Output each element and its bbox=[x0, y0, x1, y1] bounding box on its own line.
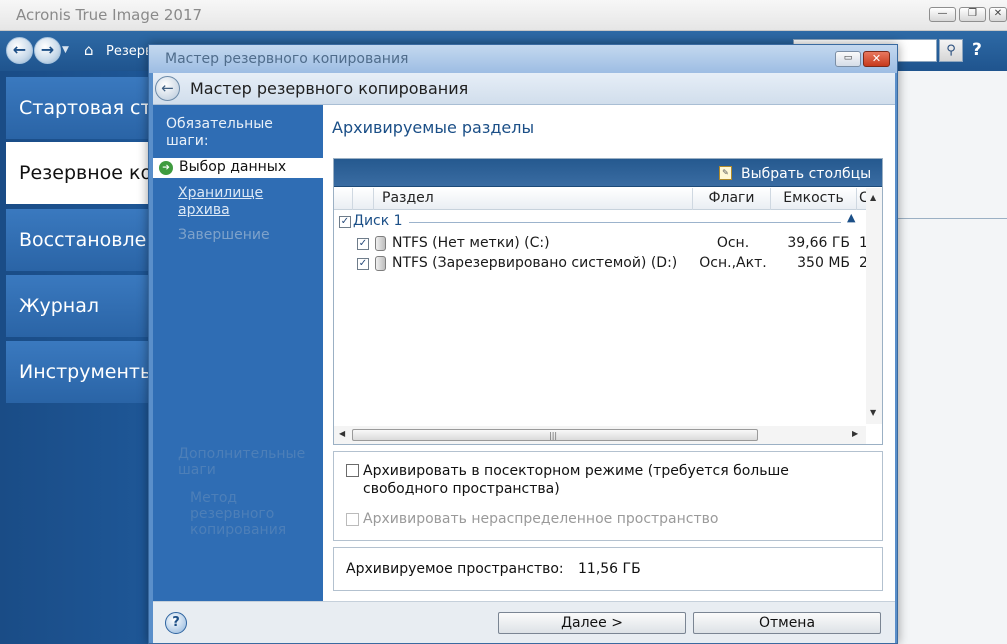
partition-name: NTFS (Нет метки) (C:) bbox=[392, 235, 550, 251]
partition-checkbox[interactable]: ✓ bbox=[357, 238, 369, 250]
sidebar-item-start[interactable]: Стартовая страница bbox=[6, 77, 150, 139]
wizard-content: Архивируемые разделы ✎ Выбрать столбцы Р… bbox=[323, 105, 895, 601]
back-arrow-icon[interactable]: ← bbox=[6, 37, 33, 64]
column-header-extra[interactable]: С bbox=[856, 188, 866, 210]
archive-space-value: 11,56 ГБ bbox=[578, 561, 641, 577]
vertical-scrollbar[interactable]: ▲ ▼ bbox=[866, 188, 882, 424]
wizard-footer: ? Далее > Отмена bbox=[153, 601, 895, 643]
backup-wizard-dialog: Мастер резервного копирования ▭ ✕ ← Маст… bbox=[148, 44, 898, 644]
step-archive-storage[interactable]: Хранилище архива bbox=[178, 185, 298, 219]
horizontal-scrollbar[interactable]: ◀ ||| ▶ bbox=[334, 426, 866, 444]
scroll-up-icon[interactable]: ▲ bbox=[870, 193, 876, 202]
partition-table: ✎ Выбрать столбцы Раздел Флаги Емкость С… bbox=[333, 158, 883, 445]
wizard-steps-panel: Обязательные шаги: ➔ Выбор данных Хранил… bbox=[153, 105, 323, 601]
select-columns-link[interactable]: Выбрать столбцы bbox=[741, 166, 871, 182]
minimize-button[interactable]: — bbox=[929, 7, 956, 22]
sector-mode-checkbox[interactable] bbox=[346, 464, 359, 477]
archive-space-label: Архивируемое пространство: bbox=[346, 561, 564, 577]
unallocated-checkbox[interactable] bbox=[346, 513, 359, 526]
partition-name: NTFS (Зарезервировано системой) (D:) bbox=[392, 255, 678, 271]
columns-icon[interactable]: ✎ bbox=[719, 166, 732, 180]
scroll-right-icon[interactable]: ▶ bbox=[852, 429, 858, 438]
step-data-selection[interactable]: ➔ Выбор данных bbox=[153, 158, 323, 178]
home-icon[interactable]: ⌂ bbox=[84, 41, 102, 59]
sidebar-item-journal[interactable]: Журнал bbox=[6, 275, 150, 337]
column-header-partition[interactable]: Раздел bbox=[373, 188, 692, 210]
cancel-button[interactable]: Отмена bbox=[693, 612, 881, 634]
divider bbox=[897, 218, 1007, 219]
wizard-header: ← Мастер резервного копирования bbox=[153, 73, 895, 105]
step-finish: Завершение bbox=[178, 227, 270, 243]
partition-size: 39,66 ГБ bbox=[787, 235, 850, 251]
app-titlebar: Acronis True Image 2017 — ❐ ✕ bbox=[0, 0, 1007, 31]
chevron-down-icon[interactable]: ▼ bbox=[62, 45, 69, 55]
column-header-check[interactable] bbox=[334, 188, 352, 210]
table-header: Раздел Флаги Емкость С bbox=[334, 188, 866, 210]
sidebar-item-tools[interactable]: Инструменты и утилиты bbox=[6, 341, 150, 403]
required-steps-heading: Обязательные шаги: bbox=[166, 116, 273, 149]
close-button[interactable]: ✕ bbox=[989, 7, 1007, 22]
unallocated-label: Архивировать нераспределенное пространст… bbox=[363, 511, 719, 527]
column-header-icon[interactable] bbox=[352, 188, 373, 210]
archive-space-box: Архивируемое пространство: 11,56 ГБ bbox=[333, 547, 883, 591]
step-label: Выбор данных bbox=[179, 159, 287, 175]
optional-steps-heading: Дополнительные шаги bbox=[178, 446, 306, 478]
disk-group-row[interactable]: ✓ Диск 1 ▲ bbox=[334, 210, 866, 234]
column-header-flags[interactable]: Флаги bbox=[692, 188, 770, 210]
divider bbox=[409, 222, 841, 223]
sidebar-item-backup[interactable]: Резервное копирование bbox=[6, 142, 150, 204]
next-button[interactable]: Далее > bbox=[498, 612, 686, 634]
scroll-down-icon[interactable]: ▼ bbox=[870, 408, 876, 417]
wizard-header-title: Мастер резервного копирования bbox=[190, 79, 469, 98]
step-backup-method: Метод резервного копирования bbox=[190, 490, 287, 538]
search-icon[interactable]: ⚲ bbox=[939, 39, 963, 62]
sidebar-item-recovery[interactable]: Восстановление bbox=[6, 209, 150, 271]
disk-label: Диск 1 bbox=[353, 213, 403, 229]
partition-flags: Осн.,Акт. bbox=[699, 255, 767, 271]
close-icon[interactable]: ✕ bbox=[863, 51, 890, 67]
sector-mode-label[interactable]: Архивировать в посекторном режиме (требу… bbox=[363, 462, 833, 498]
partition-checkbox[interactable]: ✓ bbox=[357, 258, 369, 270]
back-arrow-icon[interactable]: ← bbox=[155, 76, 180, 101]
scrollbar-thumb[interactable]: ||| bbox=[352, 429, 758, 441]
partition-flags: Осн. bbox=[716, 235, 750, 251]
arrow-right-icon: ➔ bbox=[159, 161, 173, 175]
drive-icon bbox=[375, 236, 386, 251]
forward-arrow-icon[interactable]: → bbox=[34, 37, 61, 64]
scroll-left-icon[interactable]: ◀ bbox=[339, 429, 345, 438]
column-header-capacity[interactable]: Емкость bbox=[770, 188, 856, 210]
grid-toolbar: ✎ Выбрать столбцы bbox=[334, 159, 882, 187]
partition-size: 350 МБ bbox=[797, 255, 850, 271]
table-row[interactable]: ✓ NTFS (Нет метки) (C:) Осн. 39,66 ГБ 1 bbox=[334, 234, 868, 254]
breadcrumb[interactable]: Резерв bbox=[106, 44, 153, 59]
options-box: Архивировать в посекторном режиме (требу… bbox=[333, 451, 883, 541]
grip-icon: ||| bbox=[549, 431, 558, 440]
chevron-up-icon[interactable]: ▲ bbox=[847, 211, 855, 224]
app-title: Acronis True Image 2017 bbox=[16, 6, 203, 24]
maximize-button[interactable]: ❐ bbox=[959, 7, 986, 22]
app-sidebar: Стартовая страница Резервное копирование… bbox=[0, 71, 150, 644]
wizard-titlebar: Мастер резервного копирования ▭ ✕ bbox=[149, 45, 897, 73]
drive-icon bbox=[375, 256, 386, 271]
restore-icon[interactable]: ▭ bbox=[835, 51, 861, 67]
wizard-window-title: Мастер резервного копирования bbox=[165, 51, 409, 67]
disk-checkbox[interactable]: ✓ bbox=[339, 216, 351, 228]
help-button[interactable]: ? bbox=[972, 40, 982, 60]
table-row[interactable]: ✓ NTFS (Зарезервировано системой) (D:) О… bbox=[334, 254, 868, 274]
page-title: Архивируемые разделы bbox=[332, 118, 535, 137]
help-icon[interactable]: ? bbox=[165, 612, 187, 634]
